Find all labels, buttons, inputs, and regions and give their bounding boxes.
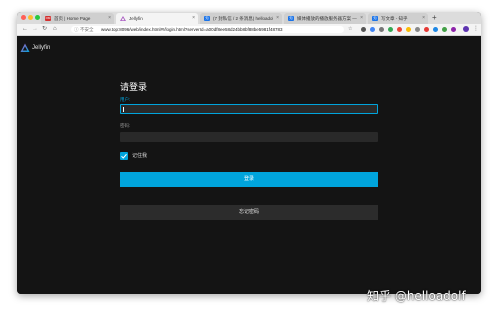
close-tab-icon[interactable]: × [108,13,111,24]
back-arrow-icon[interactable]: ← [22,24,28,35]
remember-me-checkbox[interactable] [120,152,128,160]
menu-kebab-icon[interactable]: ⋮ [473,24,479,35]
zhihu-favicon-icon: 知 [288,16,294,21]
maximize-window-button[interactable] [35,15,40,20]
username-label: 用户: [120,97,131,102]
jellyfin-favicon-icon [120,16,126,21]
text-caret [123,107,124,112]
login-title: 请登录 [120,82,148,92]
extension-icon[interactable] [361,27,366,32]
extension-icon[interactable] [406,27,411,32]
new-tab-button[interactable]: + [432,12,437,24]
close-tab-icon[interactable]: × [422,13,425,24]
tab-jellyfin[interactable]: Jellyfin × [116,13,198,24]
remember-me-label: 记住我 [132,153,148,159]
reload-icon[interactable]: ↻ [42,24,47,35]
tab-home-page[interactable]: OM 首页 | Home Page × [41,13,114,24]
password-label: 密码: [120,123,131,128]
tab-title: 写文章 - 知乎 [381,16,408,21]
extension-icon[interactable] [415,27,420,32]
username-input[interactable] [120,104,378,114]
close-tab-icon[interactable]: × [192,13,195,24]
extension-icon[interactable] [379,27,384,32]
tab-zhihu-write[interactable]: 知 写文章 - 知乎 × [368,13,428,24]
close-window-button[interactable] [21,15,26,20]
profile-avatar[interactable] [463,26,469,32]
password-input[interactable] [120,132,378,142]
extension-icon[interactable] [442,27,447,32]
tab-title: (7 封私信 / 2 条消息) helloadolf [213,16,273,21]
browser-window: OM 首页 | Home Page × Jellyfin × 知 (7 封私信 … [17,12,481,294]
tab-zhihu-media-server[interactable]: 知 媒体播放的播放服务器方案 — 知 × [284,13,366,24]
extension-icon[interactable] [388,27,393,32]
tab-zhihu-messages[interactable]: 知 (7 封私信 / 2 条消息) helloadolf × [200,13,282,24]
jellyfin-logo-text: Jellyfin [32,45,51,51]
extension-icon[interactable] [433,27,438,32]
jellyfin-page: Jellyfin 请登录 用户: 密码: 记住我 登录 忘记密码 [17,36,481,294]
url-field[interactable]: ⓘ 不安全 www.top:8096/web/index.html#!/logi… [71,26,344,33]
zhihu-favicon-icon: 知 [204,16,210,21]
forward-arrow-icon[interactable]: → [32,24,38,35]
security-info-icon[interactable]: ⓘ [74,26,79,33]
checkmark-icon [121,153,127,159]
close-tab-icon[interactable]: × [276,13,279,24]
zhihu-watermark: 知乎 @helloadolf [367,289,466,303]
tab-title: 首页 | Home Page [54,16,91,21]
extension-icon[interactable] [397,27,402,32]
bookmark-star-icon[interactable]: ☆ [348,24,352,35]
tab-strip: OM 首页 | Home Page × Jellyfin × 知 (7 封私信 … [17,12,481,24]
extension-icon[interactable] [451,27,456,32]
address-bar: ← → ↻ ⌂ ⓘ 不安全 www.top:8096/web/index.htm… [17,24,481,36]
zhihu-favicon-icon: 知 [372,16,378,21]
url-text[interactable]: www.top:8096/web/index.html#!/login.html… [101,26,283,33]
sign-in-button[interactable]: 登录 [120,172,378,187]
security-label: 不安全 [80,27,94,32]
close-tab-icon[interactable]: × [360,13,363,24]
minimize-window-button[interactable] [28,15,33,20]
forgot-password-button[interactable]: 忘记密码 [120,205,378,220]
home-icon[interactable]: ⌂ [53,24,57,35]
jellyfin-logo-icon [20,43,30,52]
tab-title: Jellyfin [129,16,143,21]
extension-icon[interactable] [424,27,429,32]
extension-icon[interactable] [370,27,375,32]
home-page-favicon-icon: OM [45,16,51,21]
tab-title: 媒体播放的播放服务器方案 — 知 [297,16,357,21]
